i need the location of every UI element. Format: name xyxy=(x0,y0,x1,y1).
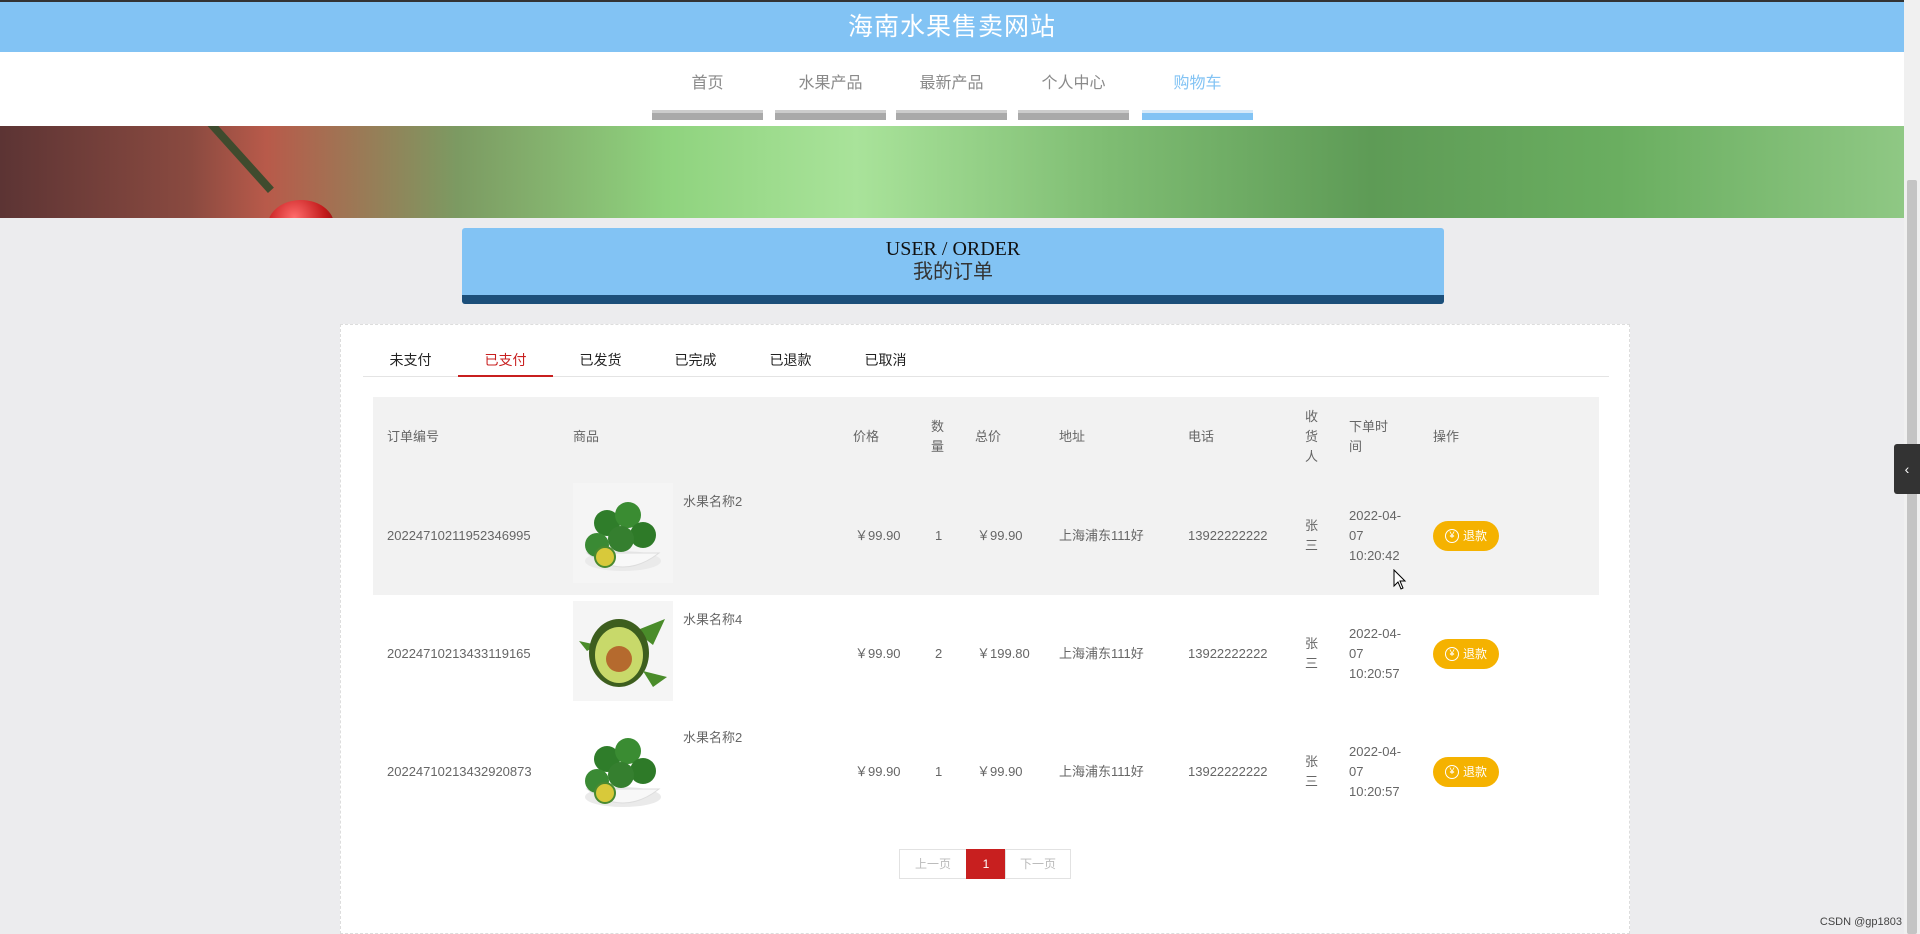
nav-item-label: 购物车 xyxy=(1173,75,1222,92)
tab-unpaid[interactable]: 未支付 xyxy=(363,343,458,377)
refund-button[interactable]: ¥ 退款 xyxy=(1433,757,1499,787)
order-no: 20224710213432920873 xyxy=(387,764,532,779)
yen-circle-icon: ¥ xyxy=(1444,647,1459,661)
refund-button[interactable]: ¥ 退款 xyxy=(1433,521,1499,551)
receiver: 张三 xyxy=(1305,518,1319,553)
column-header-total: 总价 xyxy=(975,429,1002,444)
page-number-button[interactable]: 1 xyxy=(966,849,1006,879)
total: ￥199.80 xyxy=(977,646,1030,661)
column-header-address: 地址 xyxy=(1059,429,1086,444)
chevron-left-icon[interactable]: ‹ xyxy=(1894,444,1920,494)
table-row: 20224710211952346995 水果名称2 ￥99.90 1 ￥99.… xyxy=(373,477,1599,595)
scrollbar-thumb[interactable] xyxy=(1907,180,1917,934)
watermark: CSDN @gp1803 xyxy=(1819,916,1902,928)
phone: 13922222222 xyxy=(1188,764,1268,779)
refund-label: 退款 xyxy=(1462,647,1487,661)
receiver: 张三 xyxy=(1305,636,1319,671)
nav-item-fruit-products[interactable]: 水果产品 xyxy=(775,52,886,120)
column-header-receiver: 收货人 xyxy=(1305,409,1319,464)
product-name[interactable]: 水果名称4 xyxy=(683,609,742,628)
column-header-order-no: 订单编号 xyxy=(387,429,440,444)
quantity: 2 xyxy=(935,646,943,661)
quantity: 1 xyxy=(935,528,943,543)
nav-item-label: 水果产品 xyxy=(798,75,863,92)
site-header: 海南水果售卖网站 xyxy=(0,0,1904,52)
price: ￥99.90 xyxy=(855,764,901,779)
column-header-phone: 电话 xyxy=(1188,429,1215,444)
order-no: 20224710211952346995 xyxy=(387,528,531,543)
main-nav: 首页 水果产品 最新产品 个人中心 购物车 xyxy=(0,52,1904,126)
column-header-product: 商品 xyxy=(573,429,600,444)
table-row: 20224710213432920873 水果名称2 ￥99.90 1 ￥99.… xyxy=(373,713,1599,831)
next-page-button[interactable]: 下一页 xyxy=(1005,849,1071,879)
receiver: 张三 xyxy=(1305,754,1319,789)
tab-cancelled[interactable]: 已取消 xyxy=(838,343,933,377)
tab-paid[interactable]: 已支付 xyxy=(458,343,553,377)
total: ￥99.90 xyxy=(977,528,1023,543)
phone: 13922222222 xyxy=(1188,646,1268,661)
column-header-price: 价格 xyxy=(853,429,880,444)
tab-completed[interactable]: 已完成 xyxy=(648,343,743,377)
page-heading-en: USER / ORDER xyxy=(885,238,1021,260)
product-name[interactable]: 水果名称2 xyxy=(683,491,742,510)
order-panel: 未支付 已支付 已发货 已完成 已退款 已取消 订单编号 商品 价格 数量 总价… xyxy=(340,324,1630,934)
column-header-time: 下单时间 xyxy=(1349,419,1389,454)
tab-shipped[interactable]: 已发货 xyxy=(553,343,648,377)
order-status-tabs: 未支付 已支付 已发货 已完成 已退款 已取消 xyxy=(363,343,1609,377)
price: ￥99.90 xyxy=(855,646,901,661)
prev-page-button[interactable]: 上一页 xyxy=(899,849,967,879)
nav-item-latest-products[interactable]: 最新产品 xyxy=(896,52,1007,120)
product-image-avocado xyxy=(573,601,673,701)
order-no: 20224710213433119165 xyxy=(387,646,531,661)
quantity: 1 xyxy=(935,764,943,779)
site-title: 海南水果售卖网站 xyxy=(847,13,1056,41)
address: 上海浦东111好 xyxy=(1059,528,1144,543)
order-time: 2022-04-07 10:20:57 xyxy=(1349,744,1402,799)
product-image-kumquat xyxy=(573,719,673,819)
yen-circle-icon: ¥ xyxy=(1444,529,1459,543)
mouse-cursor-icon xyxy=(1393,569,1407,590)
price: ￥99.90 xyxy=(855,528,901,543)
address: 上海浦东111好 xyxy=(1059,764,1144,779)
table-header: 订单编号 商品 价格 数量 总价 地址 电话 收货人 下单时间 操作 xyxy=(373,397,1599,477)
nav-item-home[interactable]: 首页 xyxy=(652,52,763,120)
nav-item-label: 最新产品 xyxy=(919,75,984,92)
phone: 13922222222 xyxy=(1188,528,1268,543)
product-name[interactable]: 水果名称2 xyxy=(683,727,742,746)
page-heading-cn: 我的订单 xyxy=(913,261,993,283)
yen-circle-icon: ¥ xyxy=(1444,765,1459,779)
order-time: 2022-04-07 10:20:57 xyxy=(1349,626,1402,681)
refund-label: 退款 xyxy=(1462,765,1487,779)
product-image-kumquat xyxy=(573,483,673,583)
address: 上海浦东111好 xyxy=(1059,646,1144,661)
nav-item-label: 个人中心 xyxy=(1041,75,1106,92)
column-header-qty: 数量 xyxy=(931,419,945,454)
order-table: 订单编号 商品 价格 数量 总价 地址 电话 收货人 下单时间 操作 20224… xyxy=(373,397,1599,831)
pagination: 上一页 1 下一页 xyxy=(899,849,1071,879)
banner-image xyxy=(0,126,1904,218)
tab-refunded[interactable]: 已退款 xyxy=(743,343,838,377)
nav-item-personal-center[interactable]: 个人中心 xyxy=(1018,52,1129,120)
page-heading: USER / ORDER 我的订单 xyxy=(462,228,1444,304)
refund-button[interactable]: ¥ 退款 xyxy=(1433,639,1499,669)
nav-item-label: 首页 xyxy=(691,75,724,92)
nav-item-cart[interactable]: 购物车 xyxy=(1142,52,1253,120)
column-header-action: 操作 xyxy=(1433,429,1460,444)
total: ￥99.90 xyxy=(977,764,1023,779)
refund-label: 退款 xyxy=(1462,529,1487,543)
table-row: 20224710213433119165 水果名称4 ￥99.90 2 ￥199… xyxy=(373,595,1599,713)
